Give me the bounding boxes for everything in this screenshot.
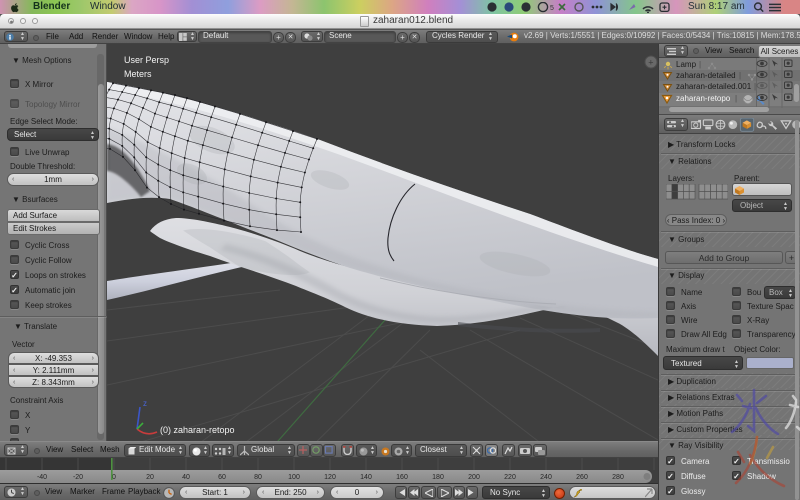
svg-text:180: 180 <box>432 474 444 481</box>
svg-text:100: 100 <box>288 474 300 481</box>
svg-text:(0) zaharan-retopo: (0) zaharan-retopo <box>160 425 235 435</box>
svg-text:240: 240 <box>540 474 552 481</box>
svg-text:5: 5 <box>550 5 554 12</box>
svg-text:20: 20 <box>146 474 154 481</box>
svg-text:+: + <box>648 58 653 68</box>
svg-text:260: 260 <box>576 474 588 481</box>
svg-text:-40: -40 <box>37 474 47 481</box>
svg-text:200: 200 <box>468 474 480 481</box>
svg-text:220: 220 <box>504 474 516 481</box>
svg-text:40: 40 <box>182 474 190 481</box>
svg-text:140: 140 <box>360 474 372 481</box>
svg-text:80: 80 <box>254 474 262 481</box>
svg-text:280: 280 <box>612 474 624 481</box>
svg-text:0: 0 <box>112 474 116 481</box>
svg-text:60: 60 <box>218 474 226 481</box>
svg-text:Meters: Meters <box>124 69 152 79</box>
svg-text:User Persp: User Persp <box>124 55 169 65</box>
svg-text:-20: -20 <box>73 474 83 481</box>
svg-text:160: 160 <box>396 474 408 481</box>
svg-text:z: z <box>143 399 147 408</box>
svg-text:120: 120 <box>324 474 336 481</box>
